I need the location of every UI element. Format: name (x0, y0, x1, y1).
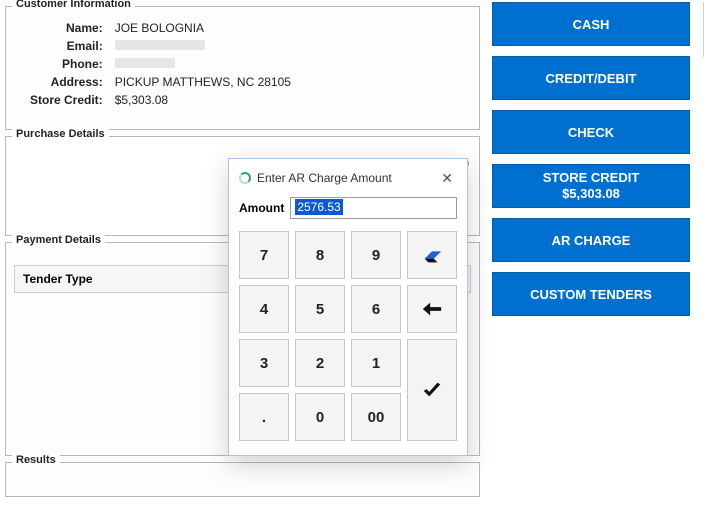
spinner-icon (239, 172, 251, 184)
clear-button[interactable] (407, 231, 457, 279)
store-credit-label: STORE CREDIT (543, 170, 640, 186)
cash-button[interactable]: CASH (492, 2, 690, 46)
customer-info-title: Customer Information (12, 0, 135, 10)
label-phone: Phone: (24, 55, 109, 73)
value-phone (109, 55, 297, 73)
results-title: Results (12, 454, 60, 466)
purchase-details-title: Purchase Details (12, 128, 109, 140)
custom-tenders-button[interactable]: CUSTOM TENDERS (492, 272, 690, 316)
key-5[interactable]: 5 (295, 285, 345, 333)
amount-value: 2576.53 (295, 199, 342, 215)
payment-details-title: Payment Details (12, 234, 105, 246)
credit-debit-button[interactable]: CREDIT/DEBIT (492, 56, 690, 100)
amount-input[interactable]: 2576.53 (290, 197, 457, 219)
ar-charge-label: AR CHARGE (552, 233, 631, 248)
divider (703, 2, 704, 57)
arrow-left-icon (421, 298, 443, 320)
backspace-button[interactable] (407, 285, 457, 333)
key-1[interactable]: 1 (351, 339, 401, 387)
tender-panel: CASH CREDIT/DEBIT CHECK STORE CREDIT $5,… (490, 2, 704, 326)
label-store-credit: Store Credit: (24, 91, 109, 109)
customer-table: Name: JOE BOLOGNIA Email: Phone: Address… (24, 19, 297, 109)
value-name: JOE BOLOGNIA (109, 19, 297, 37)
modal-title-text: Enter AR Charge Amount (257, 171, 392, 185)
store-credit-amount: $5,303.08 (562, 186, 620, 202)
key-3[interactable]: 3 (239, 339, 289, 387)
cash-label: CASH (573, 17, 610, 32)
label-name: Name: (24, 19, 109, 37)
customer-info-group: Customer Information Name: JOE BOLOGNIA … (5, 6, 480, 130)
key-6[interactable]: 6 (351, 285, 401, 333)
key-00[interactable]: 00 (351, 393, 401, 441)
ar-charge-modal: Enter AR Charge Amount ✕ Amount 2576.53 … (228, 158, 468, 456)
close-icon[interactable]: ✕ (437, 170, 457, 187)
amount-label: Amount (239, 201, 284, 215)
value-store-credit: $5,303.08 (109, 91, 297, 109)
value-email (109, 37, 297, 55)
confirm-button[interactable] (407, 339, 457, 441)
eraser-icon (421, 244, 443, 266)
keypad: 7 8 9 4 5 6 3 2 1 . 0 00 (239, 231, 457, 441)
store-credit-button[interactable]: STORE CREDIT $5,303.08 (492, 164, 690, 208)
results-group: Results (5, 462, 480, 497)
credit-debit-label: CREDIT/DEBIT (546, 71, 637, 86)
key-7[interactable]: 7 (239, 231, 289, 279)
value-address: PICKUP MATTHEWS, NC 28105 (109, 73, 297, 91)
label-email: Email: (24, 37, 109, 55)
key-4[interactable]: 4 (239, 285, 289, 333)
label-address: Address: (24, 73, 109, 91)
key-0[interactable]: 0 (295, 393, 345, 441)
key-9[interactable]: 9 (351, 231, 401, 279)
key-dot[interactable]: . (239, 393, 289, 441)
key-2[interactable]: 2 (295, 339, 345, 387)
ar-charge-button[interactable]: AR CHARGE (492, 218, 690, 262)
check-button[interactable]: CHECK (492, 110, 690, 154)
check-label: CHECK (568, 125, 614, 140)
custom-tenders-label: CUSTOM TENDERS (530, 287, 652, 302)
key-8[interactable]: 8 (295, 231, 345, 279)
check-icon (421, 379, 443, 401)
